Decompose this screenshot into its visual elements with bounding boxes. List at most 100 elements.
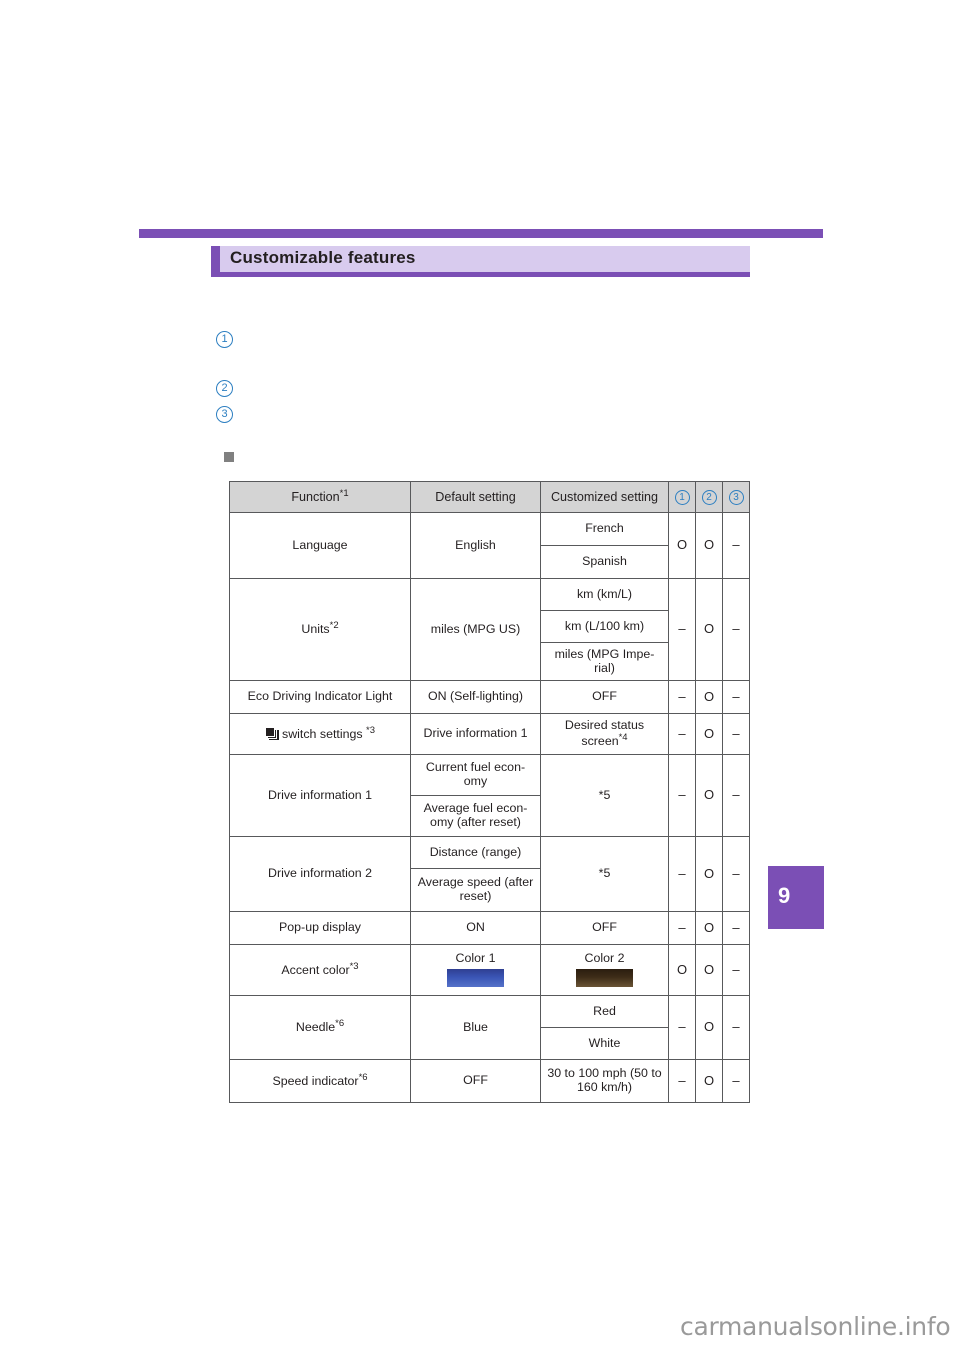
table-row: Pop-up display ON OFF – O – [229,911,750,945]
callout-marker-2: 2 [216,380,233,397]
cell-mark-3: – [722,911,750,945]
column-header-1: 1 [668,481,696,513]
footnote-marker: *6 [335,1018,345,1030]
footnote-marker: *4 [618,731,628,743]
cell-customized-setting: Desired status screen*4 [540,713,669,755]
column-header-customized-setting: Customized setting [540,481,669,513]
table-row: Needle*6 Blue Red – O – [229,995,750,1060]
cell-default-setting: Distance (range) [410,836,541,869]
cell-function: Pop-up display [229,911,411,945]
table-row: Accent color*3 Color 1 Color 2 O O – [229,944,750,996]
site-watermark: carmanualsonline.info [680,1312,951,1341]
cell-mark-3: – [722,713,750,755]
cell-mark-3: – [722,680,750,714]
cell-function: Drive information 2 [229,836,411,912]
cell-mark-2: O [695,512,723,579]
cell-function-label: switch settings [282,727,367,742]
cell-customized-setting: *5 [540,754,669,837]
footnote-marker: *1 [339,488,349,500]
table-row: Eco Driving Indicator Light ON (Self-lig… [229,680,750,714]
circled-number-1: 1 [674,490,690,505]
chapter-page-tab: 9 [768,866,824,929]
cell-default-label: Color 1 [455,951,496,966]
cell-function: Language [229,512,411,579]
callout-marker-3: 3 [216,406,233,423]
cell-function: Needle*6 [229,995,411,1060]
stacked-pages-icon [265,727,279,741]
subsection-bullet-square [224,452,234,462]
cell-mark-1: – [668,1059,696,1103]
cell-default-setting: Average speed (after reset) [410,868,541,912]
cell-customized-setting: Red [540,995,669,1028]
cell-mark-3: – [722,995,750,1060]
cell-customized-setting: *5 [540,836,669,912]
cell-default-setting: Average fuel econ-omy (after reset) [410,795,541,837]
color-swatch-color-1 [447,968,504,987]
cell-function-label: Units [301,622,330,637]
cell-mark-1: O [668,944,696,996]
page-title: Customizable features [230,248,416,267]
cell-customized-setting: miles (MPG Impe-rial) [540,642,669,681]
column-header-default-setting: Default setting [410,481,541,513]
cell-customized-setting: White [540,1027,669,1060]
chapter-number: 9 [778,883,791,908]
cell-customized-setting: km (km/L) [540,578,669,611]
cell-function-label: Accent color [281,963,350,978]
cell-mark-3: – [722,512,750,579]
cell-default-setting: OFF [410,1059,541,1103]
cell-default-setting: English [410,512,541,579]
cell-default-setting: Color 1 [410,944,541,996]
table-row: Drive information 1 Current fuel econ-om… [229,754,750,837]
cell-function-label: Needle [295,1020,336,1035]
cell-customized-setting: Color 2 [540,944,669,996]
table-row: Units*2 miles (MPG US) km (km/L) – O – [229,578,750,681]
column-header-3: 3 [722,481,750,513]
footnote-marker: *2 [329,620,339,632]
color-swatch-color-2 [576,968,633,987]
cell-mark-2: O [695,754,723,837]
customizable-features-table: Function*1 Default setting Customized se… [229,481,750,1103]
column-header-2: 2 [695,481,723,513]
cell-mark-2: O [695,713,723,755]
section-heading-band: Customizable features [211,246,750,277]
cell-mark-2: O [695,1059,723,1103]
cell-mark-1: – [668,578,696,681]
cell-function: Drive information 1 [229,754,411,837]
cell-customized-setting: Spanish [540,545,669,579]
cell-mark-3: – [722,754,750,837]
cell-default-setting: ON (Self-lighting) [410,680,541,714]
cell-function: Units*2 [229,578,411,681]
cell-mark-3: – [722,578,750,681]
cell-mark-1: – [668,911,696,945]
cell-function-label: Speed indicator [272,1074,359,1089]
cell-mark-1: – [668,680,696,714]
table-row: switch settings *3 Drive information 1 D… [229,713,750,755]
cell-mark-3: – [722,944,750,996]
cell-default-setting: Current fuel econ-omy [410,754,541,796]
cell-mark-2: O [695,836,723,912]
cell-mark-3: – [722,1059,750,1103]
cell-mark-2: O [695,578,723,681]
section-top-rule [139,229,823,238]
cell-mark-1: O [668,512,696,579]
cell-mark-2: O [695,680,723,714]
circled-number-3: 3 [728,490,744,505]
cell-mark-2: O [695,944,723,996]
table-row: Speed indicator*6 OFF 30 to 100 mph (50 … [229,1059,750,1103]
callout-marker-1: 1 [216,331,233,348]
cell-customized-setting: French [540,512,669,546]
cell-default-setting: Blue [410,995,541,1060]
cell-function: Speed indicator*6 [229,1059,411,1103]
footnote-marker: *6 [358,1071,368,1083]
cell-customized-setting: OFF [540,911,669,945]
table-row: Language English French O O – [229,512,750,579]
cell-function: Eco Driving Indicator Light [229,680,411,714]
cell-customized-setting: 30 to 100 mph (50 to 160 km/h) [540,1059,669,1103]
cell-function: switch settings *3 [229,713,411,755]
cell-function: Accent color*3 [229,944,411,996]
cell-default-setting: ON [410,911,541,945]
cell-mark-2: O [695,911,723,945]
cell-customized-label: Color 2 [584,951,625,966]
cell-mark-1: – [668,754,696,837]
column-header-function-label: Function [291,490,340,505]
